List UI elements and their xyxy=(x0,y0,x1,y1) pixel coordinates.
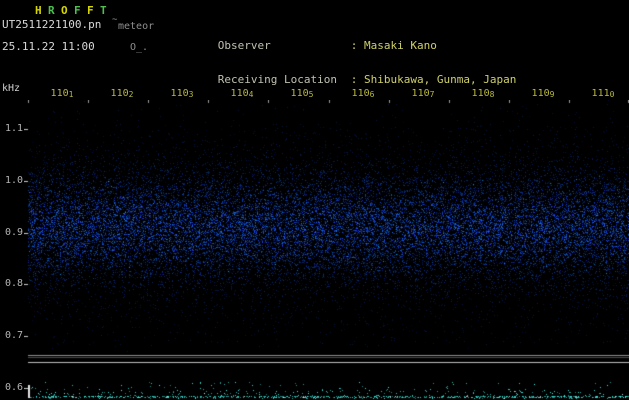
time-tick-main: 110 xyxy=(531,88,550,99)
time-tick-main: 110 xyxy=(471,88,490,99)
time-tick-label: 1108 xyxy=(466,88,500,99)
info-value: : Shibukawa, Gunma, Japan xyxy=(350,73,517,86)
time-tick-minute: 4 xyxy=(248,90,254,99)
time-tick-label: 1103 xyxy=(165,88,199,99)
freq-tick-label: 1.0 xyxy=(4,175,23,186)
time-tick-main: 110 xyxy=(230,88,249,99)
freq-tick-label: 0.8 xyxy=(4,278,23,289)
time-tick-minute: 9 xyxy=(549,90,555,99)
info-label: Observer xyxy=(217,38,271,52)
logo-letter: H xyxy=(35,4,42,17)
time-tick-minute: 3 xyxy=(188,90,194,99)
logo-letter: F xyxy=(87,4,94,17)
time-tick-minute: 1 xyxy=(68,90,74,99)
info-row-location: Receiving Location : Shibukawa, Gunma, Ja… xyxy=(178,63,589,86)
logo-letter: R xyxy=(48,4,55,17)
observation-datetime: 25.11.22 11:00 xyxy=(2,40,95,53)
freq-tick-label: 1.1 xyxy=(4,123,23,134)
time-tick-label: 1101 xyxy=(45,88,79,99)
time-tick-minute: 8 xyxy=(489,90,495,99)
time-tick-main: 111 xyxy=(591,88,610,99)
freq-tick-label: 0.7 xyxy=(4,330,23,341)
time-tick-minute: 6 xyxy=(369,90,375,99)
time-tick-main: 110 xyxy=(50,88,69,99)
time-tick-label: 1104 xyxy=(225,88,259,99)
time-tick-label: 1102 xyxy=(105,88,139,99)
logo-letter: O xyxy=(61,4,68,17)
freq-tick-label: 0.9 xyxy=(4,227,23,238)
time-tick-label: 1105 xyxy=(285,88,319,99)
time-tick-label: 1109 xyxy=(526,88,560,99)
time-tick-main: 110 xyxy=(110,88,129,99)
time-tick-main: 110 xyxy=(411,88,430,99)
time-tick-label: 1107 xyxy=(406,88,440,99)
info-row-observer: Observer : Masaki Kano xyxy=(178,28,589,51)
datetime-note: O_. xyxy=(130,42,149,53)
freq-tick-label: 0.6 xyxy=(4,382,23,393)
time-tick-label: 1110 xyxy=(586,88,620,99)
time-tick-minute: 0 xyxy=(609,90,615,99)
station-name: meteor xyxy=(118,21,155,32)
spectrogram-canvas xyxy=(24,100,629,400)
time-tick-minute: 7 xyxy=(429,90,435,99)
time-tick-minute: 2 xyxy=(128,90,134,99)
time-tick-minute: 5 xyxy=(308,90,314,99)
time-tick-main: 110 xyxy=(351,88,370,99)
station-mark: ~ xyxy=(112,15,118,25)
app-logo: HROFFT xyxy=(35,4,113,17)
time-tick-main: 110 xyxy=(170,88,189,99)
y-axis-unit-label: kHz xyxy=(2,83,21,94)
hrofft-output-image: HROFFT UT2511221100.pn ~ meteor 25.11.22… xyxy=(0,0,629,400)
time-tick-label: 1106 xyxy=(346,88,380,99)
info-label: Receiving Location xyxy=(217,73,337,86)
output-filename: UT2511221100.pn xyxy=(2,18,102,31)
time-tick-main: 110 xyxy=(290,88,309,99)
info-value: : Masaki Kano xyxy=(350,38,437,52)
logo-letter: F xyxy=(74,4,81,17)
